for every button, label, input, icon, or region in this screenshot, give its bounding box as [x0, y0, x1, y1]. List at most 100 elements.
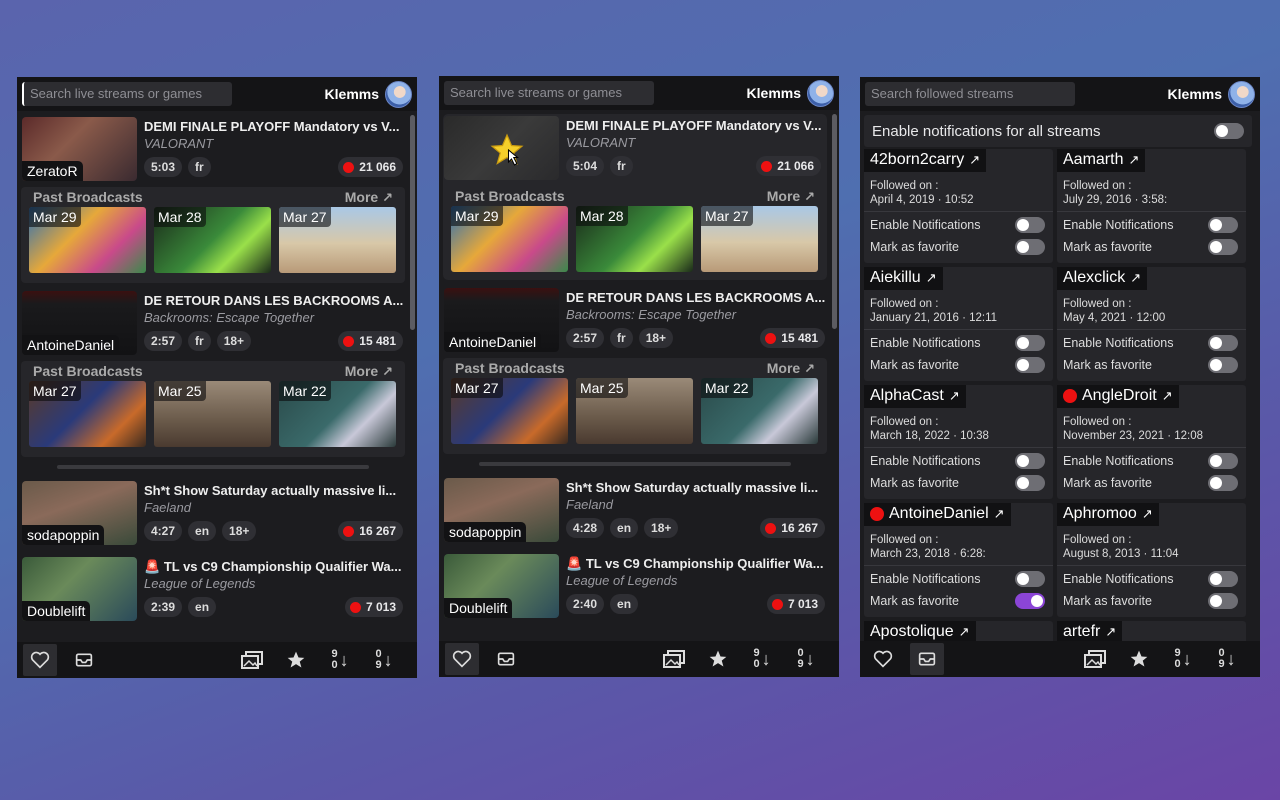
search-input[interactable]: Search live streams or games [444, 81, 654, 105]
more-link[interactable]: More ↗ [345, 189, 393, 206]
past-broadcast-thumbnail[interactable]: Mar 25 [154, 381, 271, 447]
notification-toggle[interactable] [1208, 453, 1238, 469]
live-dot-icon [343, 335, 355, 347]
stream-game[interactable]: VALORANT [566, 135, 635, 150]
followed-streamer-link[interactable]: Aiekillu ↗ [864, 267, 943, 290]
past-broadcast-thumbnail[interactable]: Mar 22 [701, 378, 818, 444]
favorite-toggle[interactable] [1015, 239, 1045, 255]
search-input[interactable]: Search live streams or games [22, 82, 232, 106]
followed-streamer-link[interactable]: AngleDroit ↗ [1057, 385, 1179, 408]
past-broadcast-thumbnail[interactable]: Mar 28 [154, 207, 271, 273]
favorites-button[interactable] [1122, 643, 1156, 675]
avatar[interactable] [385, 80, 412, 108]
inbox-icon [497, 652, 515, 666]
avatar[interactable] [1228, 80, 1255, 108]
stream-card[interactable]: sodapoppin Sh*t Show Saturday actually m… [443, 476, 831, 548]
live-followed-button[interactable] [866, 643, 900, 675]
followed-on-info: Followed on : January 21, 2016 · 12:11 [870, 298, 998, 324]
stream-thumbnail[interactable]: AntoineDaniel [22, 291, 137, 355]
favorite-toggle[interactable] [1015, 593, 1045, 609]
avatar[interactable] [807, 79, 834, 107]
followed-streamer-link[interactable]: AntoineDaniel ↗ [864, 503, 1011, 526]
more-link[interactable]: More ↗ [345, 363, 393, 380]
followed-streamer-link[interactable]: AlphaCast ↗ [864, 385, 966, 408]
stream-card[interactable]: Doublelift 🚨 TL vs C9 Championship Quali… [21, 555, 409, 627]
past-broadcasts-toggle-button[interactable] [1078, 643, 1112, 675]
followed-streamer-link[interactable]: Aamarth ↗ [1057, 149, 1146, 172]
followed-streamer-link[interactable]: 42born2carry ↗ [864, 149, 987, 172]
stream-card[interactable]: ZeratoR DEMI FINALE PLAYOFF Mandatory vs… [21, 115, 409, 187]
past-broadcast-thumbnail[interactable]: Mar 27 [451, 378, 568, 444]
enable-all-notifications-toggle[interactable] [1214, 123, 1244, 139]
stream-thumbnail[interactable]: Doublelift [22, 557, 137, 621]
sort-desc-button[interactable]: 90 ↓ [323, 644, 357, 676]
past-broadcasts-toggle-button[interactable] [657, 643, 691, 675]
favorites-button[interactable] [701, 643, 735, 675]
stream-card[interactable]: AntoineDaniel DE RETOUR DANS LES BACKROO… [443, 286, 831, 358]
stream-game[interactable]: Backrooms: Escape Together [144, 310, 314, 325]
stream-game[interactable]: League of Legends [144, 576, 255, 591]
user-menu[interactable]: Klemms [325, 80, 412, 108]
past-broadcast-thumbnail[interactable]: Mar 28 [576, 206, 693, 272]
notification-toggle[interactable] [1208, 335, 1238, 351]
favorite-toggle[interactable] [1208, 239, 1238, 255]
sort-desc-button[interactable]: 90 ↓ [1166, 643, 1200, 675]
sort-desc-button[interactable]: 90 ↓ [745, 643, 779, 675]
live-followed-button[interactable] [445, 643, 479, 675]
stream-game[interactable]: Backrooms: Escape Together [566, 307, 736, 322]
favorite-toggle[interactable] [1208, 593, 1238, 609]
viewer-count: 7 013 [344, 597, 403, 617]
scrollbar[interactable] [832, 114, 837, 329]
past-broadcast-thumbnail[interactable]: Mar 27 [701, 206, 818, 272]
stream-thumbnail[interactable]: sodapoppin [22, 481, 137, 545]
search-input[interactable]: Search followed streams [865, 82, 1075, 106]
sort-asc-button[interactable]: 09 ↓ [789, 643, 823, 675]
scrollbar[interactable] [410, 115, 415, 330]
notification-toggle[interactable] [1015, 217, 1045, 233]
favorites-button[interactable] [279, 644, 313, 676]
favorite-toggle[interactable] [1015, 357, 1045, 373]
stream-card[interactable]: AntoineDaniel DE RETOUR DANS LES BACKROO… [21, 289, 409, 361]
notification-toggle[interactable] [1208, 571, 1238, 587]
more-link[interactable]: More ↗ [767, 188, 815, 205]
past-broadcast-thumbnail[interactable]: Mar 22 [279, 381, 396, 447]
stream-thumbnail[interactable]: ZeratoR [22, 117, 137, 181]
stream-thumbnail[interactable]: AntoineDaniel [444, 288, 559, 352]
followed-streamer-link[interactable]: artefr ↗ [1057, 621, 1123, 641]
inbox-button[interactable] [910, 643, 944, 675]
favorite-toggle[interactable] [1015, 475, 1045, 491]
more-link[interactable]: More ↗ [767, 360, 815, 377]
followed-streamer-link[interactable]: Apostolique ↗ [864, 621, 976, 641]
stream-thumbnail[interactable]: Doublelift [444, 554, 559, 618]
sort-asc-button[interactable]: 09 ↓ [367, 644, 401, 676]
live-followed-button[interactable] [23, 644, 57, 676]
past-broadcast-thumbnail[interactable]: Mar 27 [279, 207, 396, 273]
stream-game[interactable]: VALORANT [144, 136, 213, 151]
stream-card[interactable]: DEMI FINALE PLAYOFF Mandatory vs V... VA… [443, 114, 827, 186]
past-broadcast-thumbnail[interactable]: Mar 27 [29, 381, 146, 447]
stream-thumbnail[interactable] [444, 116, 559, 180]
user-menu[interactable]: Klemms [747, 79, 834, 107]
notification-toggle[interactable] [1015, 335, 1045, 351]
stream-thumbnail[interactable]: sodapoppin [444, 478, 559, 542]
user-menu[interactable]: Klemms [1168, 80, 1255, 108]
inbox-button[interactable] [489, 643, 523, 675]
sort-asc-button[interactable]: 09 ↓ [1210, 643, 1244, 675]
followed-streamer-link[interactable]: Alexclick ↗ [1057, 267, 1148, 290]
followed-streamer-link[interactable]: Aphromoo ↗ [1057, 503, 1159, 526]
inbox-button[interactable] [67, 644, 101, 676]
stream-game[interactable]: Faeland [566, 497, 613, 512]
favorite-toggle[interactable] [1208, 357, 1238, 373]
past-broadcast-thumbnail[interactable]: Mar 29 [29, 207, 146, 273]
stream-game[interactable]: Faeland [144, 500, 191, 515]
past-broadcast-thumbnail[interactable]: Mar 29 [451, 206, 568, 272]
past-broadcast-thumbnail[interactable]: Mar 25 [576, 378, 693, 444]
notification-toggle[interactable] [1208, 217, 1238, 233]
stream-game[interactable]: League of Legends [566, 573, 677, 588]
stream-card[interactable]: sodapoppin Sh*t Show Saturday actually m… [21, 479, 409, 551]
notification-toggle[interactable] [1015, 453, 1045, 469]
stream-card[interactable]: Doublelift 🚨 TL vs C9 Championship Quali… [443, 552, 831, 624]
past-broadcasts-toggle-button[interactable] [235, 644, 269, 676]
notification-toggle[interactable] [1015, 571, 1045, 587]
favorite-toggle[interactable] [1208, 475, 1238, 491]
